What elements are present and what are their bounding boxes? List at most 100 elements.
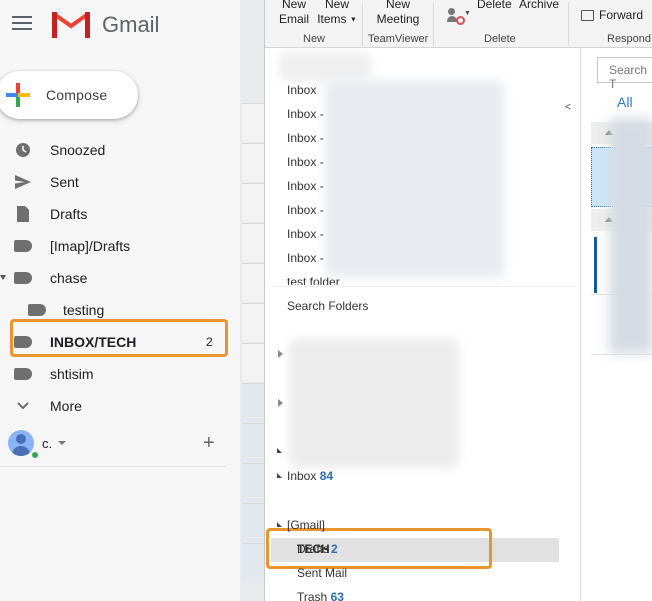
gmail-label-list: Snoozed Sent Drafts [Imap]/Drafts chase (0, 134, 264, 422)
nav-item-imap-drafts[interactable]: [Imap]/Drafts (0, 230, 264, 262)
label-icon (14, 240, 32, 252)
compose-plus-icon (6, 83, 30, 107)
divider (433, 2, 434, 46)
nav-label: Drafts (50, 206, 88, 222)
gmail-wordmark: Gmail (102, 12, 160, 37)
folder-pane: < Inbox Inbox - Inbox - Inbox - Inbox - … (265, 48, 581, 601)
label-icon (28, 304, 46, 316)
new-email-button[interactable]: New Email (279, 0, 309, 27)
divider (271, 286, 575, 287)
message-row[interactable] (242, 383, 264, 422)
message-row[interactable] (242, 143, 264, 182)
nav-item-sent[interactable]: Sent (0, 166, 264, 198)
label-icon (14, 272, 32, 284)
nav-item-chase[interactable]: chase (0, 262, 264, 294)
message-row[interactable] (242, 463, 264, 502)
nav-item-shtisim[interactable]: shtisim (0, 358, 264, 390)
nav-label: Snoozed (50, 142, 106, 158)
folder-label: Trash (297, 590, 328, 601)
gmail-window: Gmail Compose Snoozed Sent Drafts [Imap]… (0, 0, 264, 601)
message-row[interactable] (242, 223, 264, 262)
ribbon-label: New (281, 0, 306, 11)
message-row[interactable] (242, 503, 264, 542)
folder-search-folders[interactable]: Search Folders (287, 299, 368, 313)
ribbon-group-label: Respond (607, 33, 652, 45)
folder-inbox[interactable]: Inbox - (287, 155, 324, 169)
delete-button[interactable]: Delete (477, 0, 512, 12)
nav-item-snoozed[interactable]: Snoozed (0, 134, 264, 166)
folder-sent-mail[interactable]: Sent Mail (297, 566, 347, 580)
nav-label: chase (50, 270, 88, 286)
folder-inbox[interactable]: Inbox - (287, 203, 324, 217)
message-row[interactable] (242, 423, 264, 462)
message-row[interactable] (242, 103, 264, 142)
hangouts-user[interactable]: c. + (0, 428, 230, 460)
folder-inbox[interactable]: Inbox - (287, 227, 324, 241)
filter-all-tab[interactable]: All (617, 94, 633, 110)
folder-inbox[interactable]: Inbox - (287, 131, 324, 145)
folder-gmail[interactable]: [Gmail] (287, 518, 325, 532)
message-row[interactable] (242, 183, 264, 222)
highlight-box-gmail-tech (10, 319, 228, 357)
nav-item-drafts[interactable]: Drafts (0, 198, 264, 230)
compose-label: Compose (46, 87, 108, 103)
message-row[interactable] (242, 543, 264, 582)
redacted-area (609, 118, 652, 354)
main-menu-icon[interactable] (12, 16, 32, 32)
folder-inbox[interactable]: Inbox - (287, 107, 324, 121)
ignore-icon[interactable]: ▼ (447, 8, 471, 28)
label-icon (14, 368, 32, 380)
unread-count: 84 (319, 469, 334, 481)
outlook-window: New Email New Items ▼ New Meeting ▼ Dele… (264, 0, 652, 601)
nav-label: Sent (50, 174, 79, 190)
ribbon-group-label: Delete (484, 33, 516, 45)
unread-count: 63 (330, 590, 344, 601)
online-status-icon (30, 450, 40, 460)
redacted-area (289, 338, 459, 468)
ribbon-group-label: TeamViewer (368, 33, 429, 45)
expand-arrow-icon[interactable] (278, 399, 283, 407)
expand-arrow-icon[interactable] (278, 350, 283, 358)
unread-indicator (594, 237, 597, 293)
expand-arrow-icon[interactable] (0, 275, 6, 280)
folder-test-folder[interactable]: test folder (287, 275, 340, 285)
archive-button[interactable]: Archive (519, 0, 559, 12)
new-meeting-button[interactable]: New Meeting (373, 0, 423, 27)
collapse-arrow-icon[interactable] (277, 448, 282, 453)
folder-inbox-account[interactable]: Inbox 84 (287, 469, 333, 481)
gmail-header: Gmail (0, 0, 264, 50)
send-icon (15, 175, 31, 189)
divider (568, 2, 569, 46)
add-contact-icon[interactable]: + (203, 432, 215, 455)
folder-inbox[interactable]: Inbox - (287, 251, 324, 265)
collapse-pane-icon[interactable]: < (565, 102, 571, 113)
forward-button[interactable]: Forward (599, 8, 643, 23)
new-items-button[interactable]: New Items ▼ (317, 0, 357, 27)
redacted-area (279, 52, 371, 82)
divider (591, 354, 652, 355)
folder-trash[interactable]: Trash 63 (297, 590, 344, 601)
message-row[interactable] (242, 263, 264, 302)
ribbon-label: New (324, 0, 349, 11)
nav-label: More (50, 398, 82, 414)
draft-icon (17, 206, 29, 222)
folder-drafts[interactable]: Drafts (297, 542, 329, 556)
chat-user-name: c. (42, 436, 53, 451)
message-row[interactable] (242, 303, 264, 342)
caret-down-icon[interactable] (58, 441, 66, 445)
gmail-logo-icon (52, 12, 90, 38)
message-row[interactable] (242, 343, 264, 382)
folder-inbox[interactable]: Inbox - (287, 179, 324, 193)
divider (362, 2, 363, 46)
folder-label: Inbox (287, 469, 317, 481)
folder-inbox[interactable]: Inbox (287, 83, 316, 97)
ribbon: New Email New Items ▼ New Meeting ▼ Dele… (265, 0, 652, 48)
collapse-arrow-icon[interactable] (277, 473, 282, 478)
search-input[interactable]: Search T (597, 57, 652, 91)
ribbon-group-label: New (303, 33, 326, 45)
collapse-arrow-icon[interactable] (277, 522, 282, 527)
compose-button[interactable]: Compose (0, 71, 138, 119)
redacted-area (325, 80, 505, 278)
nav-label: [Imap]/Drafts (50, 238, 131, 254)
nav-item-more[interactable]: More (0, 390, 264, 422)
